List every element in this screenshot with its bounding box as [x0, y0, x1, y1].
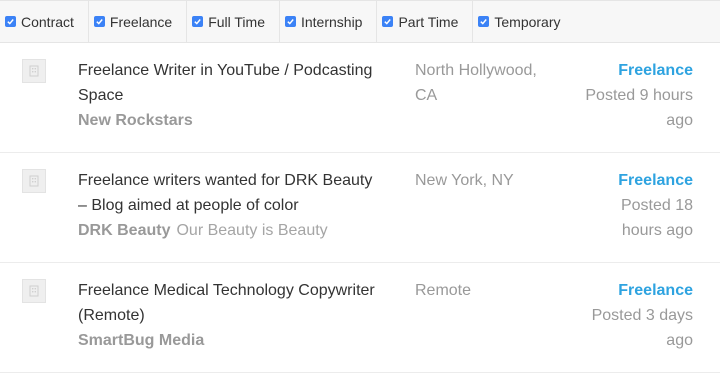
- job-type-badge: Freelance: [618, 62, 693, 79]
- building-placeholder-icon: [22, 59, 46, 83]
- job-title-line: Freelance Medical Technology Copywriter: [78, 282, 375, 299]
- building-placeholder-icon: [22, 279, 46, 303]
- filter-freelance[interactable]: Freelance: [89, 1, 188, 42]
- checkbox-checked-icon[interactable]: [93, 16, 105, 27]
- job-listing[interactable]: Freelance Writer in YouTube / Podcasting…: [0, 43, 720, 153]
- job-title-line: Space: [78, 87, 124, 104]
- job-title-line: – Blog aimed at people of color: [78, 197, 299, 214]
- job-title-line: (Remote): [78, 307, 145, 324]
- posted-date-line: ago: [666, 332, 693, 349]
- job-title-line: Freelance Writer in YouTube / Podcasting: [78, 62, 373, 79]
- filter-full-time[interactable]: Full Time: [187, 1, 280, 42]
- company-tagline: Our Beauty is Beauty: [176, 222, 328, 239]
- filter-label: Freelance: [109, 13, 173, 30]
- filter-label: Contract: [21, 13, 74, 30]
- company-name-text: DRK Beauty: [78, 222, 171, 239]
- job-listing[interactable]: Freelance Medical Technology Copywriter (…: [0, 263, 720, 373]
- location-line: New York, NY: [415, 172, 514, 189]
- filter-label: Part Time: [398, 13, 459, 30]
- filter-temporary[interactable]: Temporary: [473, 1, 574, 42]
- posted-date-line: Posted 9 hours: [585, 87, 693, 104]
- location-line: CA: [415, 87, 438, 104]
- company-name: New Rockstars: [78, 108, 398, 133]
- posted-date: Posted 18 hours ago: [563, 193, 693, 243]
- job-title[interactable]: Freelance Medical Technology Copywriter (…: [78, 278, 398, 328]
- filter-contract[interactable]: Contract: [0, 1, 89, 42]
- job-location: New York, NY: [415, 168, 565, 193]
- posted-date-line: Posted 18: [620, 197, 693, 214]
- location-line: North Hollywood,: [415, 62, 537, 79]
- filter-internship[interactable]: Internship: [280, 1, 378, 42]
- posted-date-line: Posted 3 days: [591, 307, 693, 324]
- job-listing[interactable]: Freelance writers wanted for DRK Beauty –…: [0, 153, 720, 263]
- checkbox-checked-icon[interactable]: [478, 16, 490, 27]
- checkbox-checked-icon[interactable]: [5, 16, 16, 27]
- posted-date: Posted 3 days ago: [563, 303, 693, 353]
- posted-date: Posted 9 hours ago: [563, 83, 693, 133]
- filter-label: Full Time: [208, 13, 265, 30]
- job-type-filters: Contract Freelance Full Time Internship …: [0, 0, 720, 43]
- filter-label: Internship: [300, 13, 363, 30]
- posted-date-line: ago: [666, 112, 693, 129]
- job-title[interactable]: Freelance Writer in YouTube / Podcasting…: [78, 58, 398, 108]
- job-title[interactable]: Freelance writers wanted for DRK Beauty –…: [78, 168, 398, 218]
- checkbox-checked-icon[interactable]: [284, 16, 296, 27]
- checkbox-checked-icon[interactable]: [382, 16, 394, 27]
- filter-label: Temporary: [494, 13, 561, 30]
- job-type-badge: Freelance: [618, 282, 693, 299]
- company-name-text: SmartBug Media: [78, 332, 205, 349]
- job-list: Freelance Writer in YouTube / Podcasting…: [0, 43, 720, 373]
- job-title-line: Freelance writers wanted for DRK Beauty: [78, 172, 373, 189]
- posted-date-line: hours ago: [621, 222, 693, 239]
- building-placeholder-icon: [22, 169, 46, 193]
- job-location: Remote: [415, 278, 565, 303]
- checkbox-checked-icon[interactable]: [192, 16, 204, 27]
- job-location: North Hollywood, CA: [415, 58, 565, 108]
- job-type-badge: Freelance: [618, 172, 693, 189]
- company-name: DRK Beauty Our Beauty is Beauty: [78, 218, 398, 243]
- location-line: Remote: [415, 282, 472, 299]
- company-name-text: New Rockstars: [78, 112, 193, 129]
- company-name: SmartBug Media: [78, 328, 398, 353]
- filter-part-time[interactable]: Part Time: [377, 1, 474, 42]
